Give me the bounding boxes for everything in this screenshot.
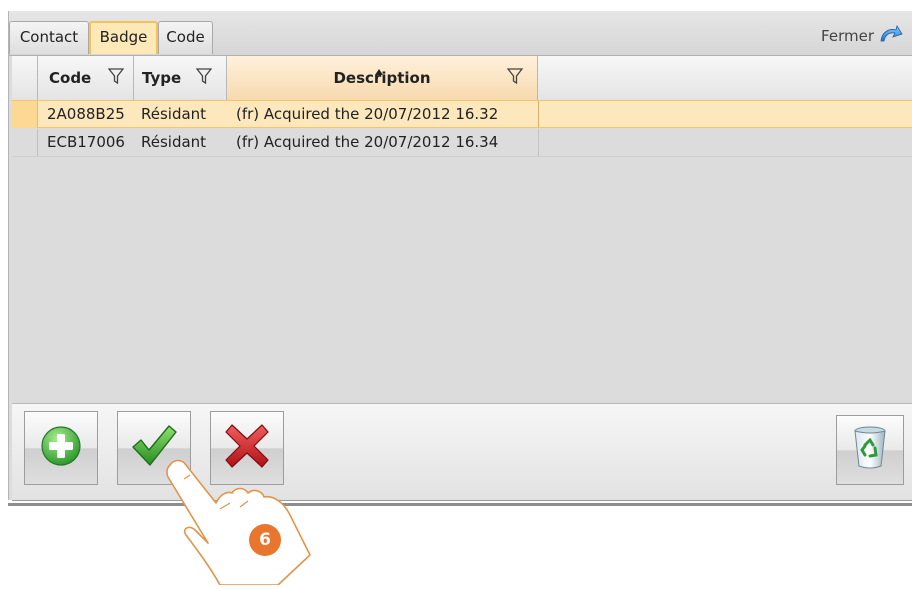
close-label: Fermer	[821, 27, 874, 45]
delete-button[interactable]	[836, 415, 904, 485]
column-divider	[538, 129, 539, 156]
cell-description: (fr) Acquired the 20/07/2012 16.32	[236, 105, 499, 123]
cell-code: 2A088B25	[47, 105, 125, 123]
tab-code[interactable]: Code	[158, 21, 213, 54]
recycle-bin-icon	[852, 426, 888, 474]
step-number-label: 6	[259, 530, 271, 550]
row-selector-header	[12, 56, 38, 100]
tab-badge[interactable]: Badge	[89, 21, 158, 54]
cell-description: (fr) Acquired the 20/07/2012 16.34	[236, 133, 499, 151]
column-header-code-label: Code	[49, 69, 92, 87]
row-selector[interactable]	[12, 101, 38, 128]
pointing-hand-illustration	[160, 455, 320, 586]
table-row[interactable]: 2A088B25 Résidant (fr) Acquired the 20/0…	[12, 100, 912, 128]
filter-icon[interactable]	[196, 67, 212, 85]
grid-header: Code Type Description	[12, 56, 912, 101]
plus-circle-icon	[40, 425, 82, 471]
table-row[interactable]: ECB17006 Résidant (fr) Acquired the 20/0…	[12, 129, 912, 157]
cell-type: Résidant	[141, 105, 207, 123]
step-number-badge: 6	[249, 524, 281, 556]
column-header-type-label: Type	[142, 69, 182, 87]
row-selector[interactable]	[12, 129, 38, 156]
filter-icon[interactable]	[108, 67, 124, 85]
column-header-code[interactable]: Code	[38, 56, 134, 100]
window-bottom-border	[8, 503, 912, 506]
cell-code: ECB17006	[47, 133, 125, 151]
sort-ascending-icon	[375, 61, 383, 79]
action-toolbar	[12, 403, 912, 501]
close-arrow-icon	[879, 24, 903, 47]
add-button[interactable]	[24, 411, 98, 485]
tab-contact[interactable]: Contact	[9, 21, 89, 54]
badge-window: Contact Badge Code Fermer Code Type Desc…	[8, 11, 912, 501]
column-header-description[interactable]: Description	[227, 56, 538, 100]
close-button[interactable]: Fermer	[821, 24, 903, 47]
tab-bar: Contact Badge Code Fermer	[9, 11, 912, 56]
cell-type: Résidant	[141, 133, 207, 151]
filter-icon[interactable]	[507, 67, 523, 85]
column-header-type[interactable]: Type	[134, 56, 227, 100]
column-divider	[538, 101, 539, 127]
